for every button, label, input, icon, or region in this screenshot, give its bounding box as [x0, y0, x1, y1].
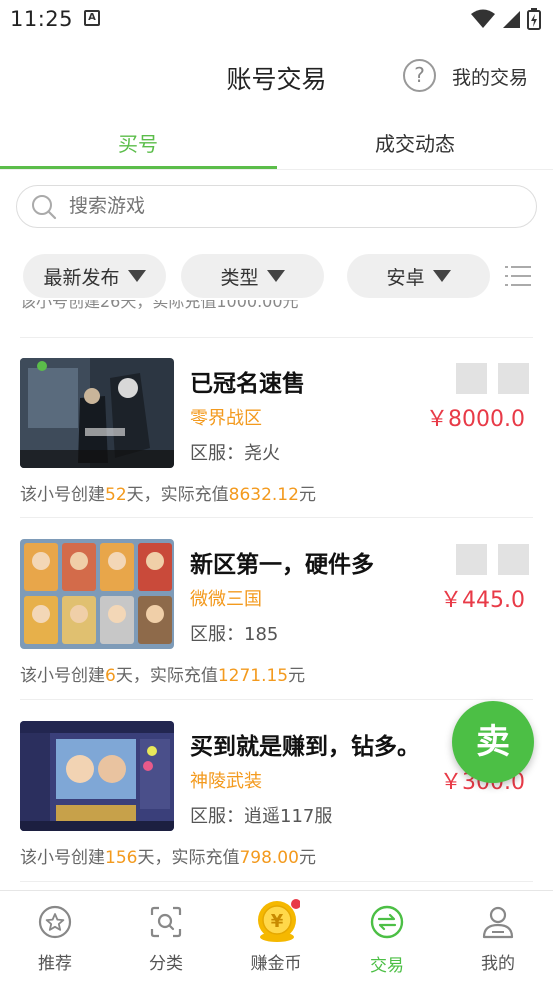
listing-price: ￥445.0 — [440, 588, 525, 613]
nav-profile-label: 我的 — [481, 954, 515, 974]
nav-profile[interactable]: 我的 — [443, 891, 553, 983]
filter-latest-label: 最新发布 — [43, 266, 120, 289]
tab-divider — [0, 169, 553, 170]
tag-badge — [498, 544, 529, 575]
listing-list[interactable]: 该小号创建26天，实际充值1000.00元 已冠名速售 零界战区 区服：尧火 ￥… — [0, 300, 553, 890]
listing-meta: 该小号创建156天，实际充值798.00元 — [20, 843, 316, 868]
filter-type[interactable]: 类型 — [181, 254, 324, 298]
listing-title: 已冠名速售 — [190, 371, 305, 397]
filter-bar: 最新发布 类型 安卓 — [0, 252, 553, 300]
filter-platform-label: 安卓 — [386, 266, 425, 289]
filter-type-label: 类型 — [220, 266, 259, 289]
nav-earn-coins[interactable]: ¥ 赚金币 — [221, 891, 331, 983]
listing-game-name[interactable]: 神陵武装 — [190, 767, 262, 793]
meta-mid: 天，实际充值 — [115, 666, 218, 686]
listing-title: 新区第一，硬件多 — [190, 552, 374, 578]
tag-badge — [456, 363, 487, 394]
listing-card[interactable]: 新区第一，硬件多 微微三国 区服：185 ￥445.0 该小号创建6天，实际充值… — [0, 518, 553, 698]
tab-buy-account[interactable]: 买号 — [0, 128, 276, 157]
search-icon — [32, 195, 57, 220]
status-bar: 11:25 A — [0, 0, 553, 38]
meta-suffix: 元 — [298, 485, 316, 505]
server-label: 区服： — [190, 806, 244, 827]
recharge-amount: 8632.12 — [228, 485, 299, 505]
recharge-amount: 1271.15 — [217, 666, 289, 686]
battery-icon — [527, 8, 541, 30]
nav-trade[interactable]: 交易 — [332, 891, 442, 983]
listing-meta: 该小号创建52天，实际充值8632.12元 — [20, 480, 316, 505]
meta-prefix: 该小号创建 — [20, 485, 105, 505]
server-value: 逍遥117服 — [244, 806, 333, 827]
dropdown-arrow-icon — [432, 270, 451, 282]
coin-icon: ¥ — [258, 899, 300, 942]
tab-bar: 买号 成交动态 — [0, 114, 553, 170]
tag-badge — [498, 363, 529, 394]
dropdown-arrow-icon — [266, 270, 285, 282]
divider — [20, 881, 533, 882]
listing-server: 区服：尧火 — [190, 439, 280, 465]
star-icon — [38, 905, 72, 939]
app-header: 账号交易 ? 我的交易 — [0, 38, 553, 114]
status-time: 11:25 — [10, 7, 74, 31]
wifi-icon — [471, 9, 495, 28]
listing-server: 区服：185 — [190, 620, 278, 646]
search-box[interactable] — [16, 185, 537, 228]
category-scan-icon — [150, 906, 182, 938]
nav-category-label: 分类 — [149, 954, 183, 974]
server-label: 区服： — [190, 624, 244, 645]
account-days: 52 — [105, 485, 127, 505]
tag-badge — [456, 544, 487, 575]
listing-card[interactable]: 已冠名速售 零界战区 区服：尧火 ￥8000.0 该小号创建52天，实际充值86… — [0, 337, 553, 517]
server-value: 185 — [244, 624, 279, 645]
recharge-amount: 798.00 — [239, 848, 299, 868]
listing-meta: 该小号创建6天，实际充值1271.15元 — [20, 661, 305, 686]
profile-icon — [482, 906, 514, 939]
notification-icon: A — [84, 10, 100, 26]
signal-icon — [503, 11, 520, 28]
game-thumbnail — [20, 721, 174, 831]
game-thumbnail — [20, 358, 174, 468]
help-icon[interactable]: ? — [403, 59, 436, 92]
exchange-icon — [370, 905, 404, 939]
search-input[interactable] — [69, 195, 469, 217]
dropdown-arrow-icon — [127, 270, 146, 282]
nav-earn-coins-label: 赚金币 — [250, 954, 302, 974]
server-label: 区服： — [190, 443, 244, 464]
meta-suffix: 元 — [288, 666, 306, 686]
meta-mid: 天，实际充值 — [126, 485, 229, 505]
nav-recommend-label: 推荐 — [38, 954, 72, 974]
status-icons — [471, 8, 541, 30]
listing-game-name[interactable]: 微微三国 — [190, 585, 262, 611]
sell-button[interactable]: 卖 — [452, 701, 534, 783]
nav-recommend[interactable]: 推荐 — [0, 891, 110, 983]
tab-deal-feed[interactable]: 成交动态 — [277, 128, 553, 157]
svg-text:¥: ¥ — [271, 911, 284, 932]
listing-title: 买到就是赚到，钻多。 — [190, 734, 420, 760]
nav-category[interactable]: 分类 — [111, 891, 221, 983]
bottom-nav: 推荐 分类 ¥ 赚金币 交易 我的 — [0, 890, 553, 983]
my-trades-link[interactable]: 我的交易 — [452, 63, 528, 90]
filter-platform[interactable]: 安卓 — [347, 254, 490, 298]
account-days: 6 — [105, 666, 116, 686]
meta-prefix: 该小号创建 — [20, 848, 105, 868]
partial-listing-meta: 该小号创建26天，实际充值1000.00元 — [20, 300, 299, 311]
listing-server: 区服：逍遥117服 — [190, 802, 332, 828]
listing-price: ￥8000.0 — [426, 407, 525, 432]
nav-trade-label: 交易 — [370, 956, 404, 976]
meta-prefix: 该小号创建 — [20, 666, 105, 686]
filter-latest[interactable]: 最新发布 — [23, 254, 166, 298]
list-view-icon[interactable] — [505, 264, 531, 288]
game-thumbnail — [20, 539, 174, 649]
meta-suffix: 元 — [298, 848, 316, 868]
account-days: 156 — [105, 848, 138, 868]
listing-game-name[interactable]: 零界战区 — [190, 404, 262, 430]
server-value: 尧火 — [244, 443, 280, 464]
meta-mid: 天，实际充值 — [137, 848, 240, 868]
